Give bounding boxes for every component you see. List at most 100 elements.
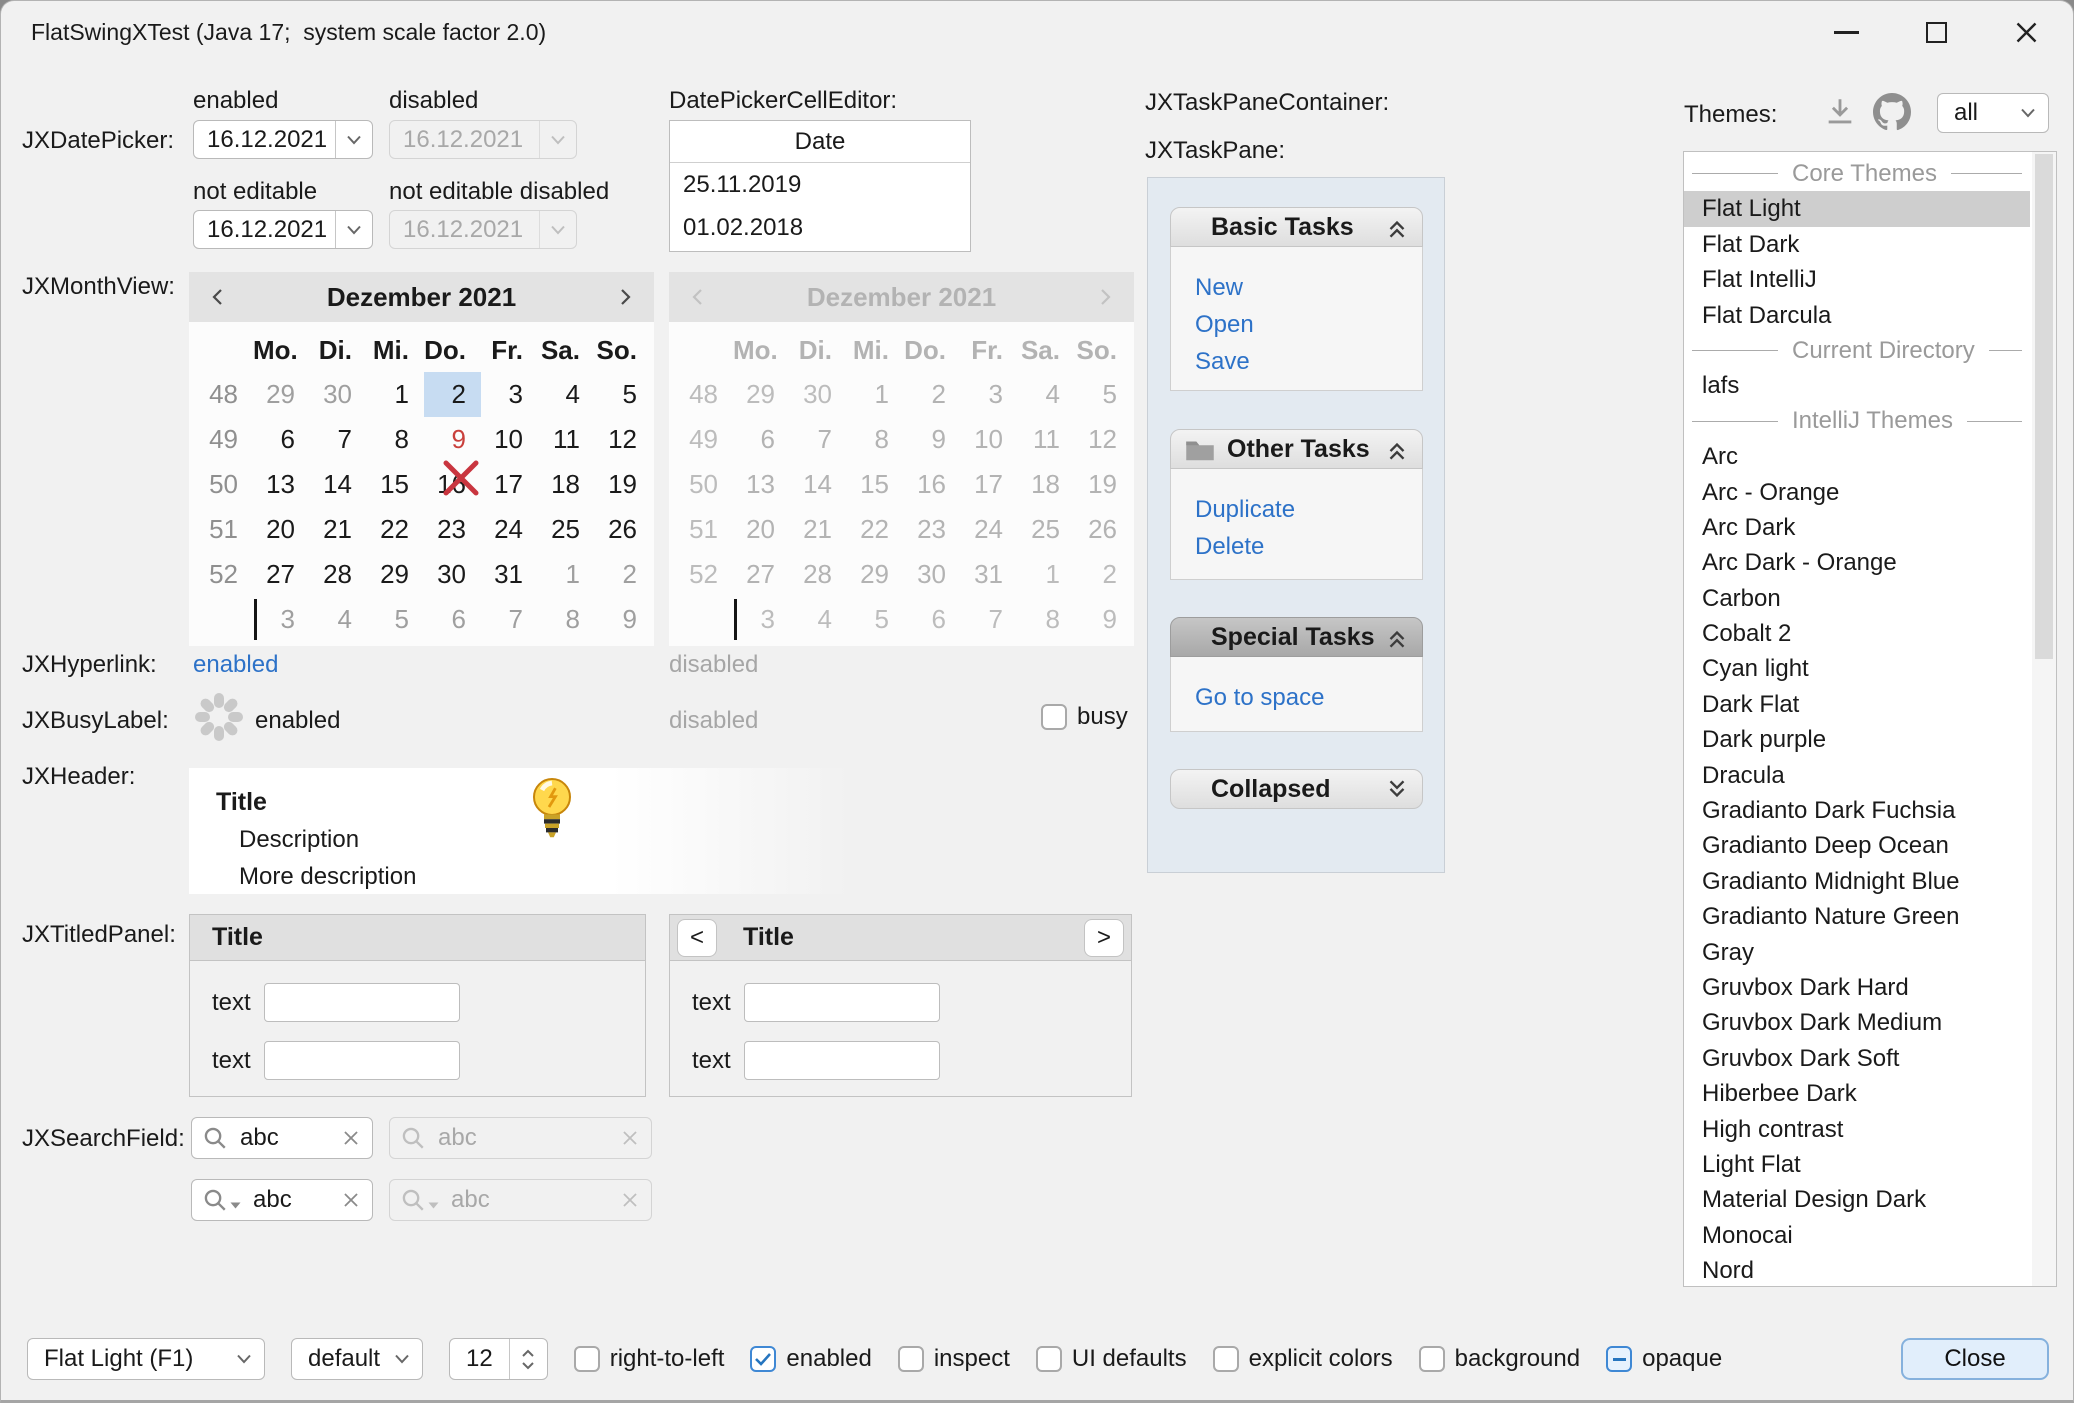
text-input[interactable] bbox=[744, 983, 940, 1022]
taskpane-header-collapsed[interactable]: Collapsed bbox=[1170, 769, 1423, 809]
checkbox-box[interactable] bbox=[1036, 1346, 1062, 1372]
font-size-spinner[interactable]: 12 bbox=[449, 1338, 548, 1380]
laf-combobox[interactable]: Flat Light (F1) bbox=[27, 1338, 265, 1380]
day-cell[interactable]: 27 bbox=[253, 552, 310, 597]
search-input[interactable]: abc bbox=[253, 1186, 340, 1214]
day-cell[interactable]: 19 bbox=[595, 462, 652, 507]
theme-list-item[interactable]: Flat Dark bbox=[1684, 227, 2030, 262]
theme-list-item[interactable]: Gradianto Nature Green bbox=[1684, 899, 2030, 934]
clear-icon[interactable] bbox=[340, 1127, 362, 1149]
task-link[interactable]: Save bbox=[1195, 343, 1422, 380]
theme-list-item[interactable]: Carbon bbox=[1684, 581, 2030, 616]
scrollbar-track[interactable] bbox=[2032, 152, 2056, 1286]
day-cell[interactable]: 3 bbox=[253, 597, 310, 642]
checkbox-inspect[interactable]: inspect bbox=[898, 1345, 1010, 1373]
themes-list[interactable]: Core ThemesFlat LightFlat DarkFlat Intel… bbox=[1683, 151, 2057, 1287]
day-cell[interactable]: 7 bbox=[481, 597, 538, 642]
titled-panel-next-button[interactable]: > bbox=[1084, 919, 1124, 957]
checkbox-box[interactable] bbox=[1213, 1346, 1239, 1372]
day-cell[interactable]: 9 bbox=[595, 597, 652, 642]
checkbox-background[interactable]: background bbox=[1419, 1345, 1580, 1373]
day-cell[interactable]: 24 bbox=[481, 507, 538, 552]
day-cell[interactable]: 10 bbox=[481, 417, 538, 462]
titlebar[interactable]: FlatSwingXTest (Java 17; system scale fa… bbox=[1, 1, 2073, 63]
datepicker-dropdown-button[interactable] bbox=[335, 121, 372, 158]
theme-list-item[interactable]: Gradianto Midnight Blue bbox=[1684, 864, 2030, 899]
datepicker-dropdown-button[interactable] bbox=[335, 211, 372, 248]
close-window-button[interactable] bbox=[2009, 15, 2043, 49]
day-cell[interactable]: 11 bbox=[538, 417, 595, 462]
date-column-header[interactable]: Date bbox=[670, 121, 970, 163]
day-cell[interactable]: 28 bbox=[310, 552, 367, 597]
task-link[interactable]: Delete bbox=[1195, 528, 1422, 565]
theme-list-item[interactable]: High contrast bbox=[1684, 1112, 2030, 1147]
expand-chevron-icon[interactable] bbox=[1384, 777, 1410, 803]
theme-list-item[interactable]: lafs bbox=[1684, 368, 2030, 403]
day-cell[interactable]: 6 bbox=[253, 417, 310, 462]
day-cell[interactable]: 7 bbox=[310, 417, 367, 462]
day-cell[interactable]: 4 bbox=[538, 372, 595, 417]
datepicker-field-enabled[interactable]: 16.12.2021 bbox=[193, 120, 373, 159]
titled-panel-prev-button[interactable]: < bbox=[677, 919, 717, 957]
day-cell[interactable]: 29 bbox=[367, 552, 424, 597]
day-cell[interactable]: 1 bbox=[367, 372, 424, 417]
day-cell[interactable]: 21 bbox=[310, 507, 367, 552]
theme-list-item[interactable]: Cobalt 2 bbox=[1684, 616, 2030, 651]
hyperlink-enabled[interactable]: enabled bbox=[193, 651, 278, 679]
day-cell[interactable]: 8 bbox=[538, 597, 595, 642]
download-icon[interactable] bbox=[1823, 95, 1857, 136]
day-cell[interactable]: 8 bbox=[367, 417, 424, 462]
task-link[interactable]: Duplicate bbox=[1195, 491, 1422, 528]
day-cell[interactable]: 26 bbox=[595, 507, 652, 552]
date-table[interactable]: Date 25.11.201901.02.2018 bbox=[669, 120, 971, 252]
checkbox-opaque[interactable]: opaque bbox=[1606, 1345, 1722, 1373]
taskpane-header-other-tasks[interactable]: Other Tasks bbox=[1170, 429, 1423, 469]
text-input[interactable] bbox=[744, 1041, 940, 1080]
checkbox-explicit-colors[interactable]: explicit colors bbox=[1213, 1345, 1393, 1373]
search-input[interactable]: abc bbox=[240, 1124, 340, 1152]
theme-list-item[interactable]: Material Design Dark bbox=[1684, 1182, 2030, 1217]
day-cell[interactable]: 5 bbox=[595, 372, 652, 417]
day-cell[interactable]: 20 bbox=[253, 507, 310, 552]
theme-list-item[interactable]: Gray bbox=[1684, 935, 2030, 970]
text-input[interactable] bbox=[264, 1041, 460, 1080]
task-link[interactable]: Go to space bbox=[1195, 679, 1422, 716]
day-cell[interactable]: 22 bbox=[367, 507, 424, 552]
day-cell[interactable]: 15 bbox=[367, 462, 424, 507]
task-link[interactable]: New bbox=[1195, 269, 1422, 306]
day-cell[interactable]: 12 bbox=[595, 417, 652, 462]
checkbox-right-to-left[interactable]: right-to-left bbox=[574, 1345, 725, 1373]
day-cell[interactable]: 16 bbox=[424, 462, 481, 507]
busy-checkbox[interactable]: busy bbox=[1041, 703, 1128, 731]
day-cell[interactable]: 29 bbox=[253, 372, 310, 417]
scrollbar-thumb[interactable] bbox=[2035, 154, 2053, 659]
checkbox-ui-defaults[interactable]: UI defaults bbox=[1036, 1345, 1187, 1373]
search-field-dropdown-enabled[interactable]: abc bbox=[191, 1179, 373, 1221]
github-icon[interactable] bbox=[1873, 93, 1911, 138]
day-cell[interactable]: 6 bbox=[424, 597, 481, 642]
theme-list-item[interactable]: Gruvbox Dark Medium bbox=[1684, 1005, 2030, 1040]
taskpane-header-basic-tasks[interactable]: Basic Tasks bbox=[1170, 207, 1423, 247]
checkbox-box[interactable] bbox=[898, 1346, 924, 1372]
theme-list-item[interactable]: Arc Dark bbox=[1684, 510, 2030, 545]
theme-list-item[interactable]: Arc bbox=[1684, 439, 2030, 474]
theme-list-item[interactable]: Gruvbox Dark Soft bbox=[1684, 1041, 2030, 1076]
table-row[interactable]: 01.02.2018 bbox=[670, 206, 970, 249]
theme-list-item[interactable]: Arc - Orange bbox=[1684, 475, 2030, 510]
table-row[interactable]: 25.11.2019 bbox=[670, 163, 970, 206]
day-cell[interactable]: 1 bbox=[538, 552, 595, 597]
theme-filter-combobox[interactable]: all bbox=[1937, 93, 2049, 133]
checkbox-enabled[interactable]: enabled bbox=[750, 1345, 871, 1373]
spinner-buttons[interactable] bbox=[509, 1339, 547, 1379]
style-combobox[interactable]: default bbox=[291, 1338, 423, 1380]
text-input[interactable] bbox=[264, 983, 460, 1022]
theme-list-item[interactable]: Flat IntelliJ bbox=[1684, 262, 2030, 297]
theme-list-item[interactable]: Flat Darcula bbox=[1684, 298, 2030, 333]
search-menu-arrow-icon[interactable] bbox=[230, 1202, 241, 1210]
day-cell[interactable]: 14 bbox=[310, 462, 367, 507]
day-cell[interactable]: 31 bbox=[481, 552, 538, 597]
checkbox-box[interactable] bbox=[574, 1346, 600, 1372]
datepicker-value[interactable]: 16.12.2021 bbox=[194, 126, 335, 154]
day-cell[interactable]: 4 bbox=[310, 597, 367, 642]
checkbox-box[interactable] bbox=[1606, 1346, 1632, 1372]
